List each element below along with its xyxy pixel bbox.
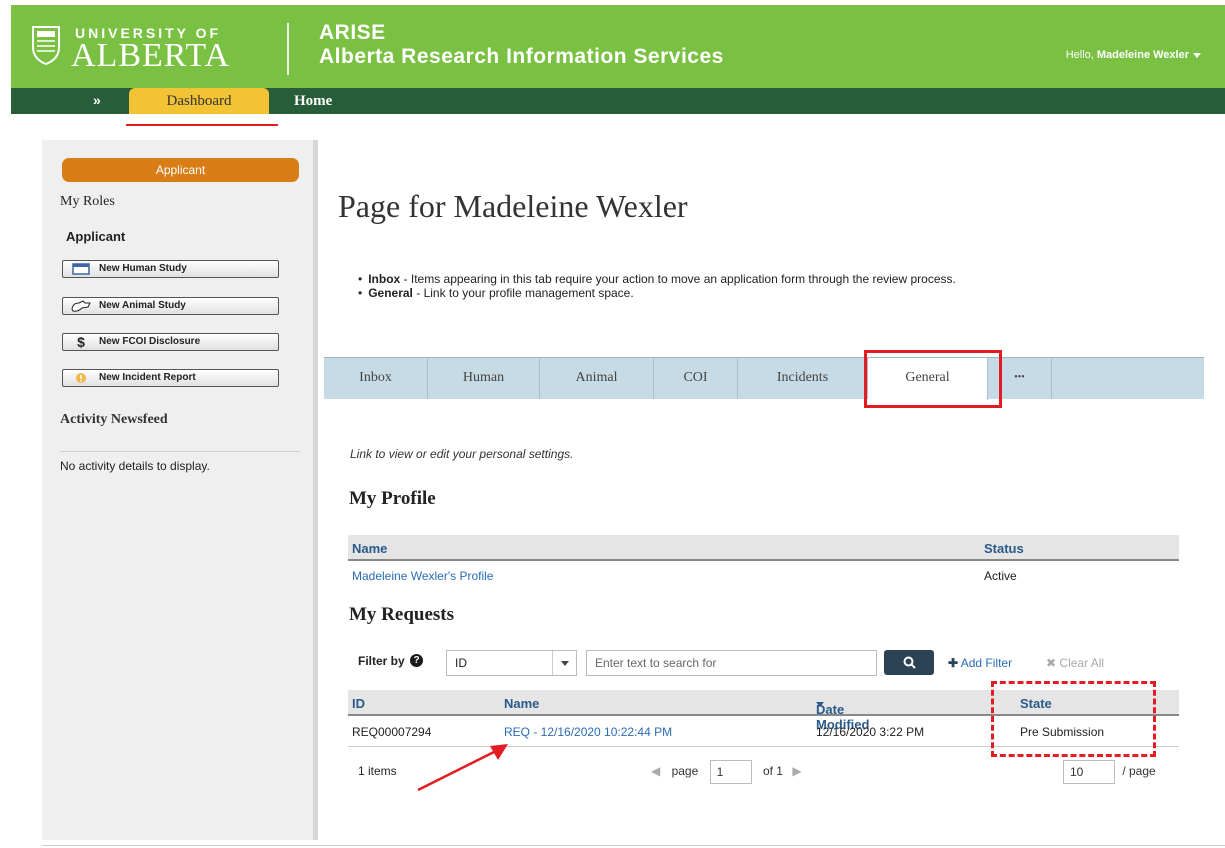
greeting-prefix: Hello, bbox=[1065, 49, 1094, 61]
add-filter-button[interactable]: ✚ Add Filter bbox=[948, 656, 1012, 670]
next-page-icon[interactable]: ▶ bbox=[792, 764, 801, 778]
university-main-text: ALBERTA bbox=[71, 37, 231, 74]
clear-all-button[interactable]: ✖ Clear All bbox=[1046, 656, 1104, 670]
my-roles-heading: My Roles bbox=[60, 194, 115, 209]
column-header-name[interactable]: Name bbox=[352, 541, 387, 556]
activity-newsfeed-heading: Activity Newsfeed bbox=[60, 412, 168, 427]
column-header-status[interactable]: Status bbox=[984, 541, 1024, 556]
profile-status: Active bbox=[984, 569, 1017, 583]
my-requests-heading: My Requests bbox=[349, 604, 455, 625]
request-id: REQ00007294 bbox=[352, 725, 432, 739]
window-icon bbox=[67, 262, 95, 276]
nav-bar: » Dashboard Home bbox=[11, 88, 1225, 114]
plus-icon: ✚ bbox=[948, 656, 959, 670]
tab-human[interactable]: Human bbox=[428, 358, 540, 399]
sidebar: Applicant My Roles Applicant New Human S… bbox=[42, 140, 318, 840]
divider bbox=[42, 845, 1225, 846]
item-count: 1 items bbox=[358, 764, 397, 778]
table-row: Madeleine Wexler's Profile Active bbox=[348, 563, 1179, 585]
divider bbox=[60, 451, 300, 452]
general-tab-description: Link to view or edit your personal setti… bbox=[350, 447, 574, 461]
tab-bar: Inbox Human Animal COI Incidents General… bbox=[324, 357, 1204, 400]
annotation-dashed-box bbox=[991, 681, 1156, 757]
app-full-name: Alberta Research Information Services bbox=[319, 45, 724, 68]
annotation-box bbox=[864, 350, 1002, 408]
per-page-control: 10 / page bbox=[1063, 760, 1156, 784]
dollar-icon: $ bbox=[77, 334, 85, 350]
app-short-name: ARISE bbox=[319, 21, 386, 44]
my-profile-heading: My Profile bbox=[349, 488, 436, 509]
animal-icon bbox=[67, 299, 95, 313]
app-title: ARISE Alberta Research Information Servi… bbox=[319, 21, 724, 69]
new-human-study-button[interactable]: New Human Study bbox=[62, 260, 279, 278]
request-name-link[interactable]: REQ - 12/16/2020 10:22:44 PM bbox=[504, 725, 672, 739]
incident-icon bbox=[67, 371, 95, 385]
page-of-label: of 1 bbox=[762, 764, 783, 779]
column-header-id[interactable]: ID bbox=[352, 696, 365, 711]
shield-icon bbox=[32, 26, 60, 65]
bullet-inbox: Inbox - Items appearing in this tab requ… bbox=[358, 272, 956, 286]
role-badge[interactable]: Applicant bbox=[62, 158, 299, 182]
annotation-arrow-icon bbox=[417, 744, 508, 792]
add-filter-label: Add Filter bbox=[960, 656, 1013, 670]
new-human-study-label: New Human Study bbox=[99, 263, 187, 274]
tab-inbox[interactable]: Inbox bbox=[324, 358, 428, 399]
help-icon[interactable]: ? bbox=[410, 654, 424, 667]
activity-empty-text: No activity details to display. bbox=[60, 459, 210, 473]
caret-down-icon bbox=[1193, 52, 1201, 58]
request-date: 12/16/2020 3:22 PM bbox=[816, 725, 925, 739]
search-input[interactable] bbox=[586, 650, 877, 676]
bullet-text: - Link to your profile management space. bbox=[412, 286, 634, 300]
page-number-input[interactable]: 1 bbox=[709, 760, 752, 784]
bullet-general: General - Link to your profile managemen… bbox=[358, 286, 956, 300]
filter-field-select[interactable]: ID bbox=[446, 650, 577, 676]
bullet-term: Inbox bbox=[368, 272, 401, 286]
search-button[interactable] bbox=[884, 650, 934, 675]
new-animal-study-button[interactable]: New Animal Study bbox=[62, 297, 279, 315]
prev-page-icon[interactable]: ◀ bbox=[651, 764, 660, 778]
new-incident-report-button[interactable]: New Incident Report bbox=[62, 369, 279, 387]
university-logo[interactable]: UNIVERSITY OF ALBERTA bbox=[31, 19, 261, 79]
bullet-term: General bbox=[368, 286, 413, 300]
page-title: Page for Madeleine Wexler bbox=[338, 188, 688, 224]
new-fcoi-disclosure-label: New FCOI Disclosure bbox=[99, 336, 201, 347]
applicant-label: Applicant bbox=[66, 229, 126, 244]
close-icon: ✖ bbox=[1046, 656, 1057, 670]
tab-dashboard[interactable]: Dashboard bbox=[129, 88, 269, 114]
page-label: page bbox=[671, 764, 699, 779]
filter-label-text: Filter by bbox=[358, 654, 405, 668]
search-icon bbox=[903, 656, 916, 669]
profile-link[interactable]: Madeleine Wexler's Profile bbox=[352, 569, 493, 583]
clear-all-label: Clear All bbox=[1059, 656, 1105, 670]
profile-table-header: Name Status bbox=[348, 535, 1179, 561]
chevron-down-icon bbox=[552, 651, 576, 675]
per-page-input[interactable]: 10 bbox=[1063, 760, 1115, 784]
annotation-underline bbox=[126, 124, 278, 126]
pagination: ◀ page 1 of 1 ▶ bbox=[651, 760, 810, 784]
tab-incidents[interactable]: Incidents bbox=[738, 358, 868, 399]
new-fcoi-disclosure-button[interactable]: $ New FCOI Disclosure bbox=[62, 333, 279, 351]
user-name: Madeleine Wexler bbox=[1096, 49, 1189, 61]
bullet-text: - Items appearing in this tab require yo… bbox=[400, 272, 956, 286]
header-divider bbox=[287, 23, 289, 75]
new-animal-study-label: New Animal Study bbox=[99, 300, 186, 311]
user-menu[interactable]: Hello, Madeleine Wexler bbox=[1066, 49, 1201, 61]
per-page-label: / page bbox=[1122, 764, 1156, 779]
tab-home[interactable]: Home bbox=[294, 88, 332, 114]
tab-descriptions: Inbox - Items appearing in this tab requ… bbox=[358, 272, 956, 300]
filter-label: Filter by ? bbox=[358, 654, 424, 668]
tab-coi[interactable]: COI bbox=[654, 358, 738, 399]
filter-field-value: ID bbox=[455, 656, 467, 670]
column-header-name[interactable]: Name bbox=[504, 696, 539, 711]
new-incident-report-label: New Incident Report bbox=[99, 372, 196, 383]
tab-animal[interactable]: Animal bbox=[540, 358, 654, 399]
app-header: UNIVERSITY OF ALBERTA ARISE Alberta Rese… bbox=[11, 5, 1225, 88]
expand-nav-button[interactable]: » bbox=[93, 92, 101, 108]
